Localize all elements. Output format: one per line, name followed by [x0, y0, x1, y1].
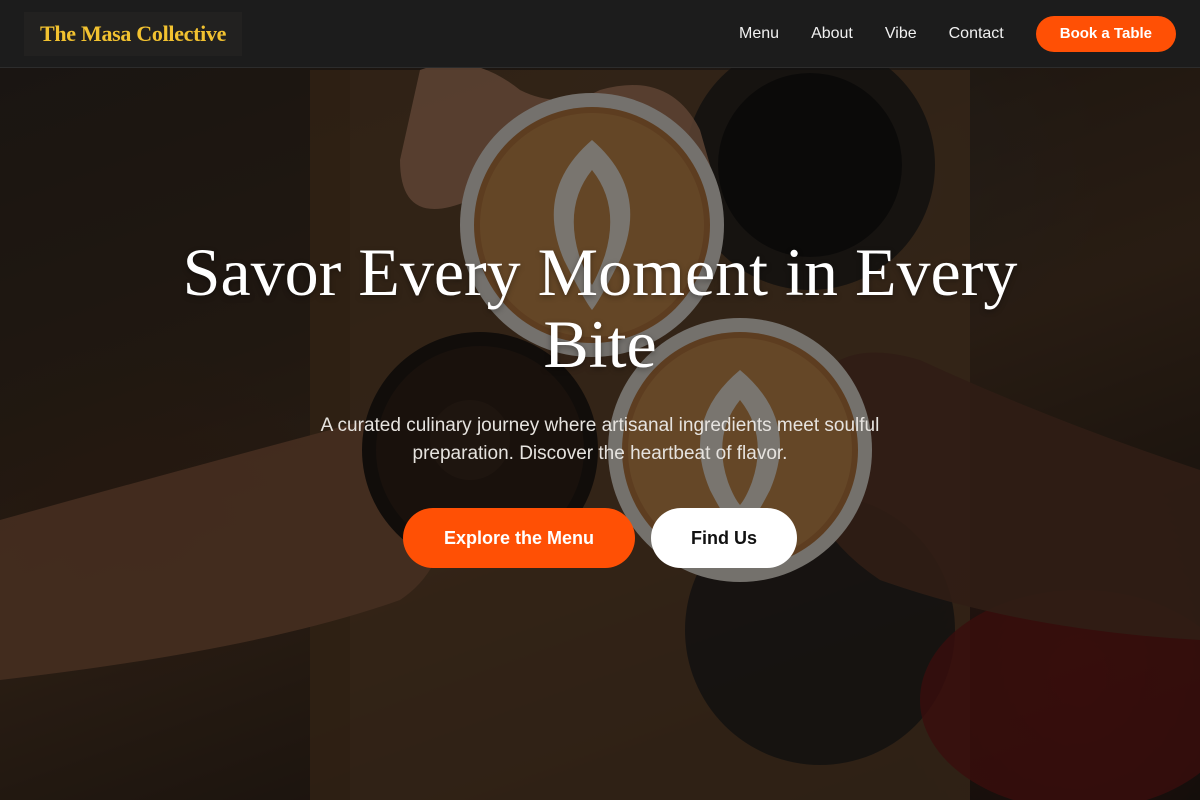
- hero-section: Savor Every Moment in Every Bite A curat…: [0, 236, 1200, 568]
- explore-menu-button[interactable]: Explore the Menu: [403, 508, 635, 568]
- nav-link-menu[interactable]: Menu: [739, 25, 779, 43]
- top-navbar: The Masa Collective Menu About Vibe Cont…: [0, 0, 1200, 68]
- nav-link-vibe[interactable]: Vibe: [885, 25, 917, 43]
- main-nav: Menu About Vibe Contact: [739, 25, 1004, 43]
- nav-link-about[interactable]: About: [811, 25, 853, 43]
- nav-link-contact[interactable]: Contact: [949, 25, 1004, 43]
- find-us-button[interactable]: Find Us: [651, 508, 797, 568]
- book-table-button[interactable]: Book a Table: [1035, 15, 1176, 52]
- hero-title: Savor Every Moment in Every Bite: [182, 234, 1018, 382]
- hero-button-group: Explore the Menu Find Us: [0, 508, 1200, 568]
- hero-subtitle: A curated culinary journey where artisan…: [320, 415, 880, 464]
- brand-logo[interactable]: The Masa Collective: [24, 11, 243, 56]
- brand-name: The Masa Collective: [40, 20, 227, 46]
